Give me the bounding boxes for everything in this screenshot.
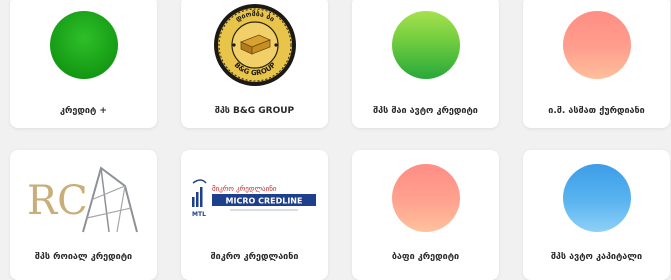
royal-credit-rc-logo-icon: RC	[10, 162, 157, 234]
salmon-circle-logo-icon	[523, 6, 670, 84]
lender-grid: კრედიტ + დიომბა ბი B&G GROUP შპს B&G GRO…	[0, 0, 671, 280]
svg-text:მიკრო კრედლაინი: მიკრო კრედლაინი	[212, 184, 277, 193]
lender-name: შპს მაი ავტო კრედიტი	[373, 106, 478, 116]
lender-name: შპს ავტო კაპიტალი	[550, 252, 643, 262]
lender-card-bafi-credit[interactable]: ბაფი კრედიტი	[352, 150, 499, 280]
micro-credline-logo-icon: MTL მიკრო კრედლაინი MICRO CREDLINE	[181, 162, 328, 234]
lender-name: შპს როიალ კრედიტი	[34, 252, 133, 262]
lender-name: კრედიტ +	[60, 106, 107, 116]
lender-name: ი.მ. ასმათ ქურდიანი	[548, 106, 645, 116]
lender-card-royal-credit[interactable]: RC შპს როიალ კრედიტი	[10, 150, 157, 280]
lender-card-bg-group[interactable]: დიომბა ბი B&G GROUP შპს B&G GROUP	[181, 0, 328, 128]
blue-circle-logo-icon	[523, 162, 670, 234]
svg-text:MTL: MTL	[192, 211, 206, 218]
bg-group-seal-logo-icon: დიომბა ბი B&G GROUP	[181, 4, 328, 86]
lender-card-my-auto-credit[interactable]: შპს მაი ავტო კრედიტი	[352, 0, 499, 128]
lender-card-kredit-plus[interactable]: კრედიტ +	[10, 0, 157, 128]
lender-card-asmat-kurdiani[interactable]: ი.მ. ასმათ ქურდიანი	[523, 0, 670, 128]
lender-name: მიკრო კრედლაინი	[210, 252, 299, 262]
lender-card-micro-credline[interactable]: MTL მიკრო კრედლაინი MICRO CREDLINE მიკრო…	[181, 150, 328, 280]
lender-card-auto-capital[interactable]: შპს ავტო კაპიტალი	[523, 150, 670, 280]
svg-text:RC: RC	[27, 178, 88, 224]
lime-green-circle-logo-icon	[352, 6, 499, 84]
salmon-circle-logo-icon	[352, 162, 499, 234]
lender-name: შპს B&G GROUP	[214, 106, 295, 116]
lender-name: ბაფი კრედიტი	[391, 252, 460, 262]
svg-text:MICRO CREDLINE: MICRO CREDLINE	[225, 197, 302, 206]
green-circle-logo-icon	[10, 6, 157, 84]
